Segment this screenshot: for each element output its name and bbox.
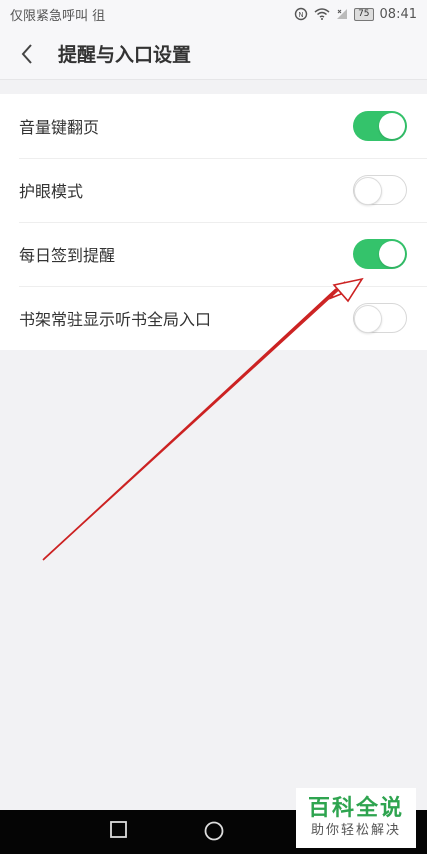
setting-row-daily-checkin-reminder: 每日签到提醒: [0, 222, 427, 286]
recent-apps-button[interactable]: [109, 820, 129, 844]
toggle-knob: [379, 241, 405, 267]
status-bar: 仅限紧急呼叫 徂 N 75 08:41: [0, 0, 427, 28]
home-button[interactable]: [203, 820, 225, 846]
setting-row-volume-key-page-turn: 音量键翻页: [0, 94, 427, 158]
daily-checkin-reminder-toggle[interactable]: [353, 239, 407, 269]
circle-icon: [204, 821, 224, 841]
toggle-knob: [354, 176, 382, 205]
setting-row-audiobook-entry: 书架常驻显示听书全局入口: [0, 286, 427, 350]
volume-key-page-turn-toggle[interactable]: [353, 111, 407, 141]
audiobook-entry-toggle[interactable]: [353, 303, 407, 333]
eye-protection-toggle[interactable]: [353, 175, 407, 205]
setting-label: 护眼模式: [19, 182, 84, 201]
watermark-title: 百科全说: [307, 796, 404, 821]
watermark-subtitle: 助你轻松解决: [310, 823, 401, 838]
carrier-text: 仅限紧急呼叫 徂: [10, 8, 106, 24]
settings-list: 音量键翻页 护眼模式 每日签到提醒 书架常驻显示听书全局入口: [0, 94, 427, 350]
signal-icon: [336, 8, 348, 20]
setting-label: 每日签到提醒: [19, 246, 116, 265]
battery-indicator: 75: [354, 7, 374, 21]
status-icons: N 75 08:41: [294, 7, 417, 22]
setting-row-eye-protection: 护眼模式: [0, 158, 427, 222]
setting-label: 书架常驻显示听书全局入口: [19, 310, 212, 329]
setting-label: 音量键翻页: [19, 118, 100, 137]
square-icon: [110, 821, 127, 838]
nfc-icon: N: [294, 7, 308, 21]
toggle-knob: [379, 113, 405, 139]
watermark-logo: 百科全说 助你轻松解决: [296, 788, 416, 848]
chevron-left-icon: [21, 43, 32, 64]
svg-text:N: N: [298, 11, 303, 19]
toggle-knob: [354, 304, 382, 333]
wifi-icon: [314, 8, 330, 20]
status-time: 08:41: [379, 6, 417, 22]
back-button[interactable]: [2, 28, 52, 80]
page-title: 提醒与入口设置: [58, 44, 192, 66]
header: 提醒与入口设置: [0, 28, 427, 80]
